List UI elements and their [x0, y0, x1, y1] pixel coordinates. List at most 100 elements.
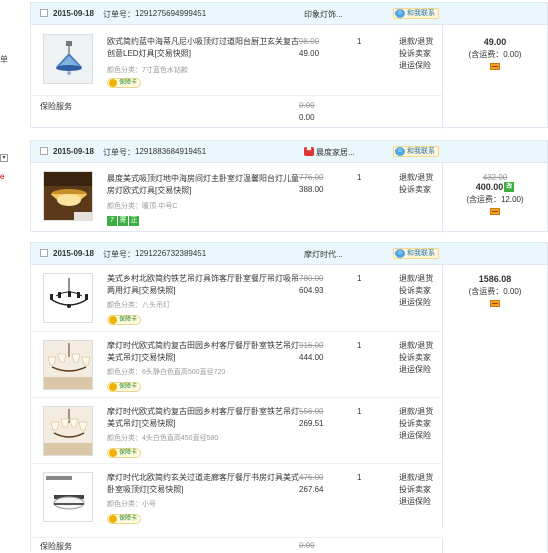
item-actions: 退款/退货 投诉卖家 — [399, 172, 433, 196]
store-name[interactable]: ▀ 晨度家居... — [304, 147, 355, 158]
refund-link[interactable]: 退款/退货 — [399, 472, 433, 484]
order-total: 1586.08 — [478, 274, 512, 284]
product-title[interactable]: 美式乡村北欧简约铁艺吊灯具饰客厅卧室餐厅吊灯吸吊两用灯具[交易快照] — [107, 273, 299, 297]
order-checkbox[interactable] — [40, 249, 48, 257]
order-header: 2015-09-18 订单号： 1291275694999451 印象灯饰...… — [31, 3, 547, 25]
product-spec: 颜色分类：6头静白色直高500直径720 — [107, 369, 226, 376]
order-total: 400.00 改 — [475, 182, 515, 192]
contact-seller-button[interactable]: ☺ 和我联系 — [393, 8, 439, 19]
order-card: 2015-09-18 订单号： 1291275694999451 印象灯饰...… — [30, 2, 548, 129]
unit-price: 269.51 — [299, 419, 324, 428]
return-insurance-link[interactable]: 退运保险 — [399, 430, 433, 442]
product-title[interactable]: 晨度美式吸顶灯地中海房间灯主卧室灯温馨阳台灯儿童房灯欧式灯具[交易快照] — [107, 173, 299, 197]
order-header: 2015-09-18 订单号： 1291226732389451 摩灯时代...… — [31, 243, 547, 265]
shipping-fee: (含运费：12.00) — [466, 195, 524, 204]
refund-link[interactable]: 退款/退货 — [399, 340, 433, 352]
product-thumbnail[interactable] — [43, 340, 93, 390]
order-card: 2015-09-18 订单号： 1291883684919451 ▀ 晨度家居..… — [30, 140, 548, 233]
unit-price: 267.64 — [299, 485, 324, 494]
order-checkbox[interactable] — [40, 9, 48, 17]
tmall-store-icon: ▀ — [304, 147, 314, 156]
quantity: 1 — [357, 341, 362, 350]
complain-link[interactable]: 投诉卖家 — [399, 184, 433, 196]
order-number: 1291226732389451 — [135, 249, 207, 258]
refund-link[interactable]: 退款/退货 — [399, 172, 433, 184]
product-thumbnail[interactable] — [43, 406, 93, 456]
store-name[interactable]: 印象灯饰... — [304, 9, 343, 20]
product-thumbnail[interactable] — [43, 273, 93, 323]
genuine-tag-icon: 正 — [129, 216, 139, 226]
unit-price: 49.00 — [299, 49, 320, 58]
complain-link[interactable]: 投诉卖家 — [399, 484, 433, 496]
product-thumbnail[interactable] — [43, 171, 93, 221]
guarantee-icon — [109, 515, 117, 523]
return-insurance-link[interactable]: 退运保险 — [399, 297, 433, 309]
order-number-label: 订单号： — [103, 148, 135, 157]
order-summary: 49.00 (含运费：0.00) — [443, 37, 547, 72]
product-title[interactable]: 摩灯时代欧式简约复古田园乡村客厅餐厅卧室铁艺吊灯 美式吊灯[交易快照] — [107, 340, 299, 364]
guarantee-badge[interactable]: 保障卡 — [107, 315, 142, 325]
guarantee-badge[interactable]: 保障卡 — [107, 382, 142, 392]
order-date: 2015-09-18 — [53, 9, 94, 18]
side-mark: e — [0, 172, 5, 181]
unit-price: 388.00 — [299, 185, 324, 194]
order-item: 欧式简约蓝中海蒂凡尼小吸顶灯过道阳台厨卫玄关复古创意LED灯具[交易快照] 颜色… — [31, 25, 443, 95]
quantity: 1 — [357, 173, 362, 182]
item-actions: 退款/退货 投诉卖家 退运保险 — [399, 340, 433, 376]
seven-day-return-icon: 7 — [107, 216, 117, 226]
product-spec: 颜色分类：小号 — [107, 501, 156, 508]
refund-link[interactable]: 退款/退货 — [399, 36, 433, 48]
shipping-tag-icon: 寄 — [118, 216, 128, 226]
payment-card-icon — [490, 63, 500, 70]
refund-link[interactable]: 退款/退货 — [399, 273, 433, 285]
shipping-fee: (含运费：0.00) — [468, 287, 522, 296]
order-number: 1291275694999451 — [135, 9, 207, 18]
order-card: 2015-09-18 订单号： 1291226732389451 摩灯时代...… — [30, 242, 548, 553]
order-number-label: 订单号： — [103, 10, 135, 19]
product-spec: 颜色分类：暖顶·中号C — [107, 203, 178, 210]
item-actions: 退款/退货 投诉卖家 退运保险 — [399, 406, 433, 442]
refund-link[interactable]: 退款/退货 — [399, 406, 433, 418]
service-price: 0.00 — [299, 113, 315, 122]
product-title[interactable]: 摩灯时代欧式简约复古田园乡村客厅餐厅卧室铁艺吊灯 美式吊灯[交易快照] — [107, 406, 299, 430]
complain-link[interactable]: 投诉卖家 — [399, 285, 433, 297]
product-thumbnail[interactable] — [43, 34, 93, 84]
return-insurance-link[interactable]: 退运保险 — [399, 60, 433, 72]
store-name[interactable]: 摩灯时代... — [304, 249, 343, 260]
contact-seller-button[interactable]: ☺ 和我联系 — [393, 248, 439, 259]
complain-link[interactable]: 投诉卖家 — [399, 418, 433, 430]
guarantee-badge[interactable]: 保障卡 — [107, 78, 142, 88]
contact-seller-button[interactable]: ☺ 和我联系 — [393, 146, 439, 157]
original-price: 98.00 — [299, 37, 320, 46]
order-summary: 1586.08 (含运费：0.00) — [443, 274, 547, 309]
guarantee-badge[interactable]: 保障卡 — [107, 448, 142, 458]
return-insurance-link[interactable]: 退运保险 — [399, 364, 433, 376]
order-date: 2015-09-18 — [53, 147, 94, 156]
guarantee-badge[interactable]: 保障卡 — [107, 514, 142, 524]
complain-link[interactable]: 投诉卖家 — [399, 352, 433, 364]
return-insurance-link[interactable]: 退运保险 — [399, 496, 433, 508]
guarantee-icon — [109, 79, 117, 87]
product-spec: 颜色分类：4头白色直高450直径580 — [107, 435, 219, 442]
quantity: 1 — [357, 37, 362, 46]
order-date: 2015-09-18 — [53, 249, 94, 258]
collapse-toggle[interactable]: ▾ — [0, 154, 8, 162]
product-spec: 颜色分类：八头吊灯 — [107, 302, 170, 309]
quantity: 1 — [357, 407, 362, 416]
product-title[interactable]: 欧式简约蓝中海蒂凡尼小吸顶灯过道阳台厨卫玄关复古创意LED灯具[交易快照] — [107, 36, 299, 60]
chat-icon: ☺ — [395, 147, 405, 156]
product-thumbnail[interactable] — [43, 472, 93, 522]
side-mark: 单 — [0, 55, 8, 64]
product-title[interactable]: 摩灯时代北欧简约玄关过道走廊客厅餐厅书房灯具美式卧室吸顶灯[交易快照] — [107, 472, 299, 496]
unit-price: 444.00 — [299, 353, 324, 362]
complain-link[interactable]: 投诉卖家 — [399, 48, 433, 60]
quantity: 1 — [357, 274, 362, 283]
order-checkbox[interactable] — [40, 147, 48, 155]
unit-price: 604.93 — [299, 286, 324, 295]
payment-card-icon — [490, 208, 500, 215]
original-price: 776.00 — [299, 173, 324, 182]
order-item: 摩灯时代北欧简约玄关过道走廊客厅餐厅书房灯具美式卧室吸顶灯[交易快照] 颜色分类… — [31, 463, 443, 529]
original-total: 432.00 — [482, 173, 508, 182]
guarantee-icon — [109, 383, 117, 391]
service-original-price: 0.00 — [299, 101, 315, 110]
